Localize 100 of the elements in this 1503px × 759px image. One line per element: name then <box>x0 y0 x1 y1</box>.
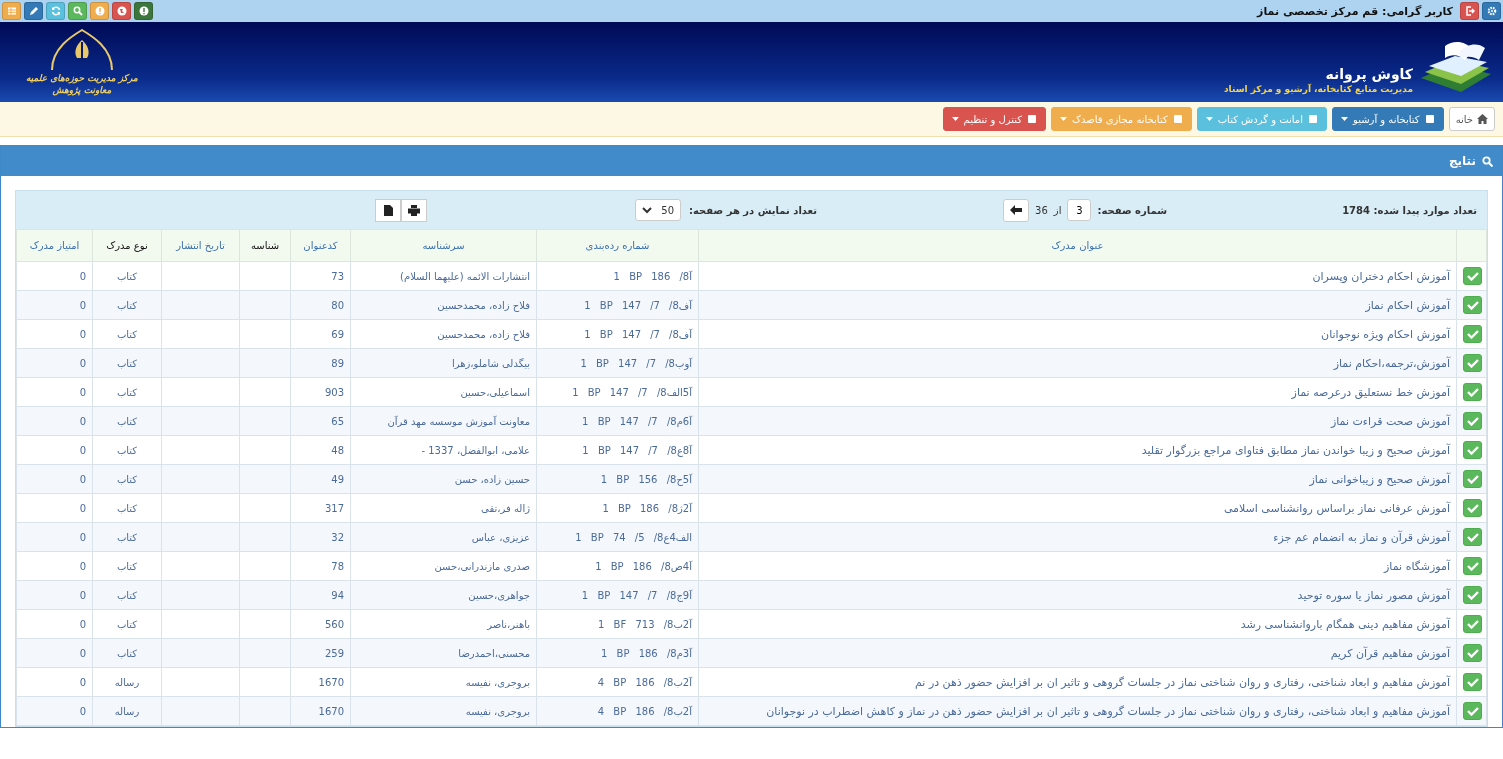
column-header: شناسه <box>250 240 280 251</box>
settings-icon <box>1486 6 1497 16</box>
table-cell: 78 <box>331 560 344 572</box>
refresh-button[interactable] <box>46 2 65 20</box>
document-title[interactable]: آموزش عرفانی نماز براساس روانشناسی اسلامی <box>1223 501 1450 515</box>
table-cell: 49 <box>331 473 344 485</box>
checkbox[interactable] <box>1463 644 1482 662</box>
checkbox[interactable] <box>1463 354 1482 372</box>
table-cell: جواهری،حسین <box>468 589 530 601</box>
table-cell: 1 BF 713 /8آ2ب <box>598 618 692 630</box>
table-cell: 0 <box>79 357 86 369</box>
check-icon <box>1466 619 1479 629</box>
of-label: از <box>1053 204 1062 216</box>
document-title[interactable]: آموزشگاه نماز <box>1384 559 1450 573</box>
document-title[interactable]: آموزش صحیح و زیبا خواندن نماز مطابق فتاوای مراجع بزرگوار تقلید <box>1141 443 1450 457</box>
alert-button[interactable] <box>90 2 109 20</box>
checkbox[interactable] <box>1463 615 1482 633</box>
check-icon <box>1466 706 1479 716</box>
document-title[interactable]: آموزش صحت قراءت نماز <box>1330 414 1450 428</box>
logout-button[interactable] <box>1460 2 1479 20</box>
checkbox[interactable] <box>1463 325 1482 343</box>
table-cell: 48 <box>331 444 344 456</box>
table-cell: 0 <box>79 560 86 572</box>
check-icon <box>1466 329 1479 339</box>
table-button[interactable] <box>2 2 21 20</box>
checkbox[interactable] <box>1463 702 1482 720</box>
refresh-icon <box>50 6 61 16</box>
table-cell: انتشارات الائمه (علیهما السلام) <box>400 270 530 282</box>
check-icon <box>1466 445 1479 455</box>
table-cell: باهنر،ناصر <box>487 618 530 630</box>
checkbox[interactable] <box>1463 557 1482 575</box>
checkbox[interactable] <box>1463 412 1482 430</box>
table-cell: 0 <box>79 270 86 282</box>
panel-title: نتایج <box>1448 154 1476 168</box>
sortable-column-header[interactable]: عنوان مدرک <box>1051 240 1104 251</box>
arrow-left-icon <box>1010 205 1023 215</box>
checkbox[interactable] <box>1463 470 1482 488</box>
org-department: معاونت پژوهش <box>52 84 112 96</box>
table-cell: 69 <box>331 328 344 340</box>
print-button[interactable] <box>401 198 427 222</box>
table-cell: 32 <box>331 531 344 543</box>
export-button[interactable] <box>375 198 401 222</box>
document-title[interactable]: آموزش مفاهیم دینی همگام باروانشناسی رشد <box>1240 617 1450 631</box>
checkbox[interactable] <box>1463 296 1482 314</box>
page-number-field[interactable]: 3 <box>1067 199 1092 221</box>
table-cell: 0 <box>79 328 86 340</box>
table-cell: فلاح زاده، محمدحسین <box>437 328 530 340</box>
home-breadcrumb[interactable]: خانه <box>1448 107 1495 131</box>
per-page-select[interactable]: 50 <box>635 199 682 221</box>
sortable-column-header[interactable]: سرشناسه <box>422 240 465 251</box>
table-cell: بروجری، نفیسه <box>465 705 530 717</box>
checkbox[interactable] <box>1463 528 1482 546</box>
page-count: 36 <box>1035 204 1048 216</box>
table-cell: 89 <box>331 357 344 369</box>
table-cell: 0 <box>79 415 86 427</box>
settings-button[interactable] <box>1482 2 1501 20</box>
table-cell: کتاب <box>116 647 138 659</box>
results-count: تعداد موارد پیدا شده: 1784 <box>1341 204 1477 216</box>
document-title[interactable]: آموزش خط نستعلیق درعرصه نماز <box>1291 385 1450 399</box>
checkbox[interactable] <box>1463 673 1482 691</box>
checkbox[interactable] <box>1463 383 1482 401</box>
checkbox[interactable] <box>1463 586 1482 604</box>
search-icon <box>1482 155 1493 167</box>
document-title[interactable]: آموزش،ترجمه،احکام نماز <box>1333 356 1450 370</box>
table-cell: کتاب <box>116 560 138 572</box>
document-title[interactable]: آموزش قرآن و نماز به انضمام عم جزء <box>1273 530 1450 544</box>
check-icon <box>1466 532 1479 542</box>
checkbox[interactable] <box>1463 499 1482 517</box>
checkbox[interactable] <box>1463 267 1482 285</box>
nav-menu-button[interactable]: کتابخانه و آرشیو <box>1332 107 1444 131</box>
check-icon <box>1466 590 1479 600</box>
document-title[interactable]: آموزش احکام دختران وپسران <box>1312 269 1450 283</box>
table-cell: 0 <box>79 502 86 514</box>
document-title[interactable]: آموزش صحیح و زیباخوانی نماز <box>1309 472 1450 486</box>
check-icon <box>1466 271 1479 281</box>
caret-icon <box>951 117 959 121</box>
table-cell: بیگدلی شاملو،زهرا <box>451 357 530 369</box>
table-cell: 0 <box>79 647 86 659</box>
next-page-button[interactable] <box>1003 198 1030 222</box>
pencil-button[interactable] <box>24 2 43 20</box>
check-icon <box>1466 503 1479 513</box>
document-title[interactable]: آموزش احکام نماز <box>1365 298 1450 312</box>
search-button[interactable] <box>68 2 87 20</box>
sortable-column-header[interactable]: کدعنوان <box>303 240 338 251</box>
table-cell: 1 BP 147 /7 /8آ8ع <box>582 444 692 456</box>
table-cell: محسنی،احمدرضا <box>458 647 530 659</box>
table-cell: 560 <box>324 618 344 630</box>
per-page-label: تعداد نمایش در هر صفحه: <box>689 204 817 216</box>
table-cell: 1 BP 74 /5 /8الف4ع <box>575 531 692 543</box>
table-cell: 4 BP 186 /8آ2ب <box>597 676 692 688</box>
nav-menu-button[interactable]: کنترل و تنظیم <box>942 107 1046 131</box>
table-cell: اسماعیلی،حسین <box>460 386 530 398</box>
table-cell: کتاب <box>116 415 138 427</box>
document-title[interactable]: آموزش مفاهیم قرآن کریم <box>1330 646 1450 660</box>
sortable-column-header[interactable]: شماره رده‌بندی <box>585 240 650 251</box>
checkbox[interactable] <box>1463 441 1482 459</box>
table-cell: 259 <box>324 647 344 659</box>
table-cell: کتاب <box>116 328 138 340</box>
document-title[interactable]: آموزش مصور نماز یا سوره توحید <box>1297 588 1450 602</box>
document-title[interactable]: آموزش احکام ویژه نوجوانان <box>1321 327 1450 341</box>
